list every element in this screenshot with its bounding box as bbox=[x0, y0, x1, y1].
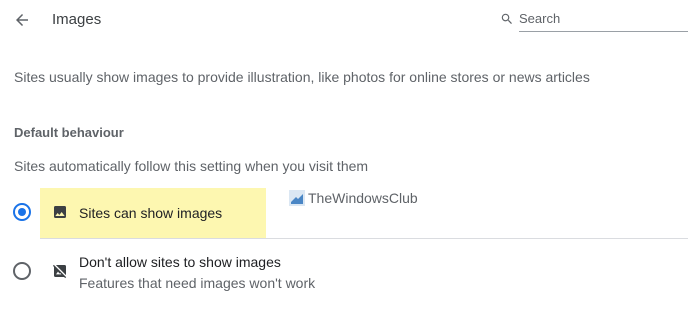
page-description: Sites usually show images to provide ill… bbox=[14, 69, 590, 85]
watermark: TheWindowsClub bbox=[289, 190, 418, 206]
search-box[interactable] bbox=[497, 6, 688, 32]
option-label: Sites can show images bbox=[79, 205, 223, 221]
radio-block-images[interactable] bbox=[13, 262, 31, 280]
option-block-images[interactable]: Don't allow sites to show images Feature… bbox=[0, 239, 688, 299]
windows-club-logo bbox=[289, 190, 305, 206]
back-button[interactable] bbox=[10, 8, 34, 32]
search-icon bbox=[501, 13, 512, 24]
option-sublabel: Features that need images won't work bbox=[79, 275, 316, 291]
section-subtitle: Sites automatically follow this setting … bbox=[14, 158, 369, 174]
option-label: Don't allow sites to show images bbox=[79, 254, 281, 270]
radio-allow-images[interactable] bbox=[13, 203, 31, 221]
settings-page: Images Sites usually show images to prov… bbox=[0, 0, 700, 324]
search-input[interactable] bbox=[519, 6, 688, 32]
arrow-back-icon bbox=[16, 14, 28, 26]
image-icon bbox=[54, 206, 66, 218]
watermark-text: TheWindowsClub bbox=[308, 190, 418, 206]
page-title: Images bbox=[52, 11, 102, 28]
section-heading: Default behaviour bbox=[14, 125, 124, 140]
image-blocked-icon bbox=[52, 264, 67, 279]
